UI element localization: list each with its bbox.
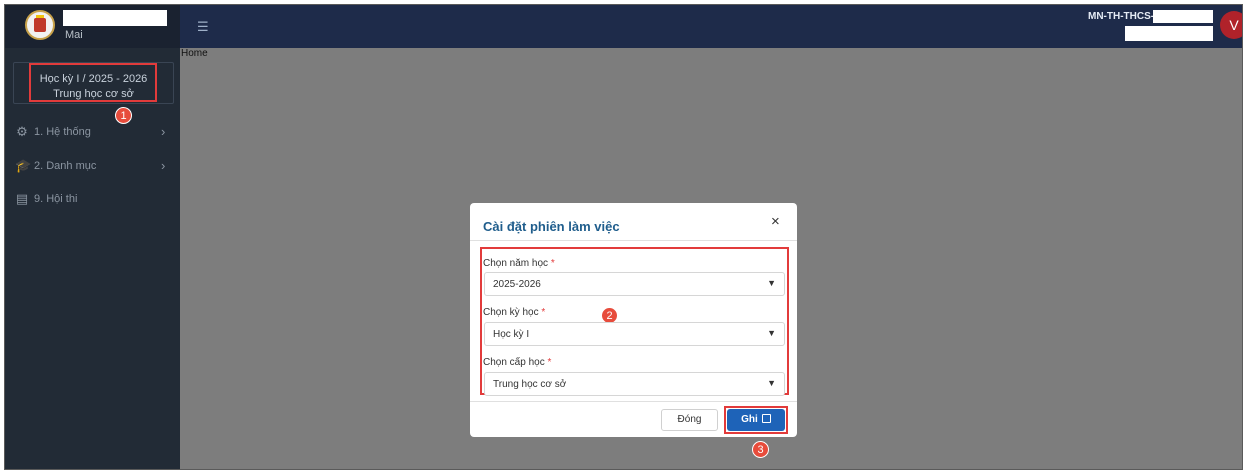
- sidebar-item-catalog[interactable]: 🎓 2. Danh mục ›: [5, 154, 180, 180]
- dialog-title: Cài đặt phiên làm việc: [483, 219, 620, 234]
- user-subtitle: Mai: [65, 29, 83, 41]
- caret-down-icon: ▼: [767, 378, 776, 388]
- close-icon[interactable]: ×: [771, 213, 780, 230]
- school-year-label: Chọn năm học *: [483, 258, 555, 269]
- sidebar-item-system[interactable]: ⚙ 1. Hệ thống ›: [5, 120, 180, 146]
- avatar[interactable]: V: [1220, 11, 1242, 39]
- school-logo: [25, 10, 55, 40]
- cancel-button[interactable]: Đóng: [661, 409, 718, 431]
- semester-label: Chọn kỳ học *: [483, 307, 546, 318]
- gear-icon: ⚙: [16, 124, 28, 139]
- sidebar-item-label: 9. Hội thi: [34, 193, 78, 205]
- step3-highlight: [724, 406, 788, 434]
- app-window: Mai Học kỳ I / 2025 - 2026 Trung học cơ …: [4, 4, 1243, 470]
- caret-down-icon: ▼: [767, 278, 776, 288]
- step3-badge: 3: [752, 441, 769, 458]
- sidebar-header: Mai: [5, 5, 180, 48]
- chevron-right-icon: ›: [161, 158, 166, 173]
- school-level-label: Chọn cấp học *: [483, 357, 552, 368]
- redacted-username: [63, 10, 167, 26]
- breadcrumb[interactable]: Home: [181, 48, 208, 59]
- school-level-select[interactable]: Trung học cơ sở ▼: [484, 372, 785, 396]
- semester-select[interactable]: Học kỳ I ▼: [484, 322, 785, 346]
- redacted-org: [1125, 26, 1213, 41]
- menu-toggle-icon[interactable]: ☰: [197, 19, 209, 35]
- document-icon: ▤: [15, 191, 29, 206]
- step1-highlight: [29, 63, 157, 102]
- graduation-cap-icon: 🎓: [15, 158, 32, 173]
- sidebar-item-contest[interactable]: ▤ 9. Hội thi: [5, 187, 180, 213]
- caret-down-icon: ▼: [767, 328, 776, 338]
- sidebar-item-label: 1. Hệ thống: [34, 126, 91, 138]
- topbar: ☰ MN-TH-THCS- V: [180, 5, 1242, 48]
- school-year-select[interactable]: 2025-2026 ▼: [484, 272, 785, 296]
- chevron-right-icon: ›: [161, 124, 166, 139]
- org-code: MN-TH-THCS-: [1088, 11, 1155, 22]
- step1-badge: 1: [115, 107, 132, 124]
- session-settings-dialog: Cài đặt phiên làm việc × 2 Chọn năm học …: [470, 203, 797, 458]
- redacted-org: [1153, 10, 1213, 23]
- sidebar-item-label: 2. Danh mục: [34, 160, 97, 172]
